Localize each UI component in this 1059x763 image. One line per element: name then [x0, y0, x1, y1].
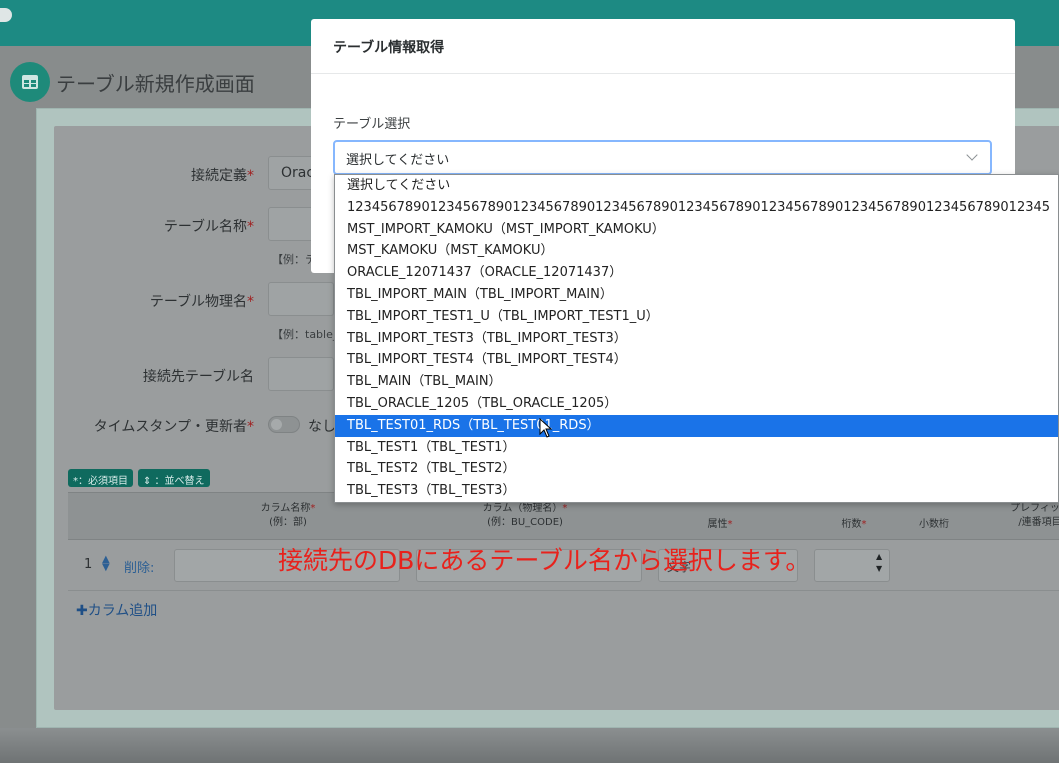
dropdown-option[interactable]: MST_KAMOKU（MST_KAMOKU） [335, 240, 1058, 262]
column-header-decimal: 小数桁 [919, 519, 949, 530]
dropdown-option[interactable]: TBL_IMPORT_TEST3（TBL_IMPORT_TEST3） [335, 328, 1058, 350]
delete-row-button[interactable]: 削除: [124, 557, 154, 576]
dropdown-option[interactable]: TBL_IMPORT_TEST1_U（TBL_IMPORT_TEST1_U） [335, 306, 1058, 328]
table-select-dropdown[interactable]: 選択してください 12345678901234567890123456789012… [334, 174, 1059, 503]
dropdown-option[interactable]: TBL_TEST1（TBL_TEST1） [335, 437, 1058, 459]
dropdown-option[interactable]: 選択してください [335, 175, 1058, 197]
table-name-label: テーブル名称* [163, 219, 254, 235]
dropdown-option[interactable]: 1234567890123456789012345678901234567890… [335, 197, 1058, 219]
sort-handle-icon[interactable]: ▲ ▼ [102, 555, 110, 573]
dropdown-option[interactable]: TBL_TEST3（TBL_TEST3） [335, 480, 1058, 502]
add-column-button[interactable]: ✚カラム追加 [76, 600, 157, 620]
timestamp-toggle[interactable] [268, 416, 300, 433]
column-header-prefix: プレフィック/連番項目 [1010, 503, 1059, 528]
timestamp-toggle-text: なし [308, 419, 336, 435]
bottom-shade [0, 728, 1059, 763]
connection-label: 接続定義* [191, 168, 254, 184]
physical-name-input[interactable] [268, 282, 334, 316]
target-table-label: 接続先テーブル名 [142, 369, 254, 385]
column-header-digits: 桁数* [841, 519, 867, 530]
digits-spinner-icon[interactable]: ▲ ▼ [876, 551, 882, 575]
modal-title: テーブル情報取得 [333, 40, 445, 56]
dropdown-option[interactable]: TBL_MAIN（TBL_MAIN） [335, 371, 1058, 393]
column-header-name: カラム名称* (例：部) [260, 503, 316, 528]
row-divider [68, 590, 1059, 591]
table-icon [10, 62, 50, 102]
cloud-icon [0, 8, 12, 22]
dropdown-option[interactable]: TBL_ORACLE_1205（TBL_ORACLE_1205） [335, 393, 1058, 415]
modal-header-divider [311, 73, 1015, 74]
table-name-hint: 【例：テ [272, 253, 316, 266]
chevron-down-icon [966, 149, 978, 161]
instruction-caption: 接続先のDBにあるテーブル名から選択します。 [278, 546, 811, 575]
dropdown-option[interactable]: MST_IMPORT_KAMOKU（MST_IMPORT_KAMOKU） [335, 219, 1058, 241]
required-legend-badge: *：必須項目 [68, 469, 133, 487]
dropdown-option[interactable]: TBL_IMPORT_TEST4（TBL_IMPORT_TEST4） [335, 349, 1058, 371]
page-title: テーブル新規作成画面 [56, 72, 255, 96]
dropdown-option[interactable]: TBL_IMPORT_MAIN（TBL_IMPORT_MAIN） [335, 284, 1058, 306]
target-table-input[interactable] [268, 357, 334, 391]
dropdown-option[interactable]: ORACLE_12071437（ORACLE_12071437） [335, 262, 1058, 284]
table-select-value: 選択してください [346, 153, 450, 168]
mouse-cursor-icon [539, 418, 553, 438]
physical-name-hint: 【例：table_ [272, 328, 339, 341]
column-header-physical: カラム（物理名）* (例：BU_CODE) [482, 503, 568, 528]
timestamp-label: タイムスタンプ・更新者* [93, 419, 254, 435]
dropdown-option[interactable]: TBL_TEST2（TBL_TEST2） [335, 458, 1058, 480]
column-header-attribute: 属性* [707, 519, 733, 530]
table-select-label: テーブル選択 [333, 117, 411, 132]
table-select[interactable]: 選択してください [333, 140, 992, 175]
sort-legend-badge: ⇕ ：並べ替え [138, 469, 210, 487]
physical-name-label: テーブル物理名* [149, 294, 254, 310]
dropdown-option[interactable]: TBL_TEST01_RDS（TBL_TEST01_RDS） [335, 414, 1058, 437]
row-number: 1 [84, 557, 93, 572]
